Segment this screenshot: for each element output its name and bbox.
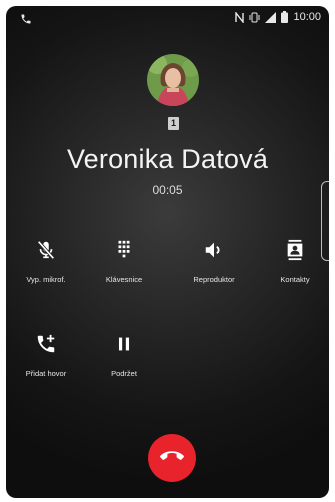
sim-slot-badge: 1: [168, 117, 179, 130]
battery-icon: [281, 11, 289, 23]
add-call-button[interactable]: Přidat hovor: [8, 333, 84, 378]
keypad-label: Klávesnice: [105, 275, 143, 284]
mic-off-icon: [35, 239, 57, 261]
vibrate-icon: [249, 12, 260, 23]
end-call-button[interactable]: [148, 434, 196, 482]
signal-icon: [265, 11, 277, 23]
contacts-button[interactable]: Kontakty: [257, 239, 329, 284]
pause-icon: [113, 333, 135, 355]
speaker-button[interactable]: Reproduktor: [176, 239, 252, 284]
dialpad-icon: [113, 239, 135, 261]
keypad-button[interactable]: Klávesnice: [86, 239, 162, 284]
contacts-icon: [284, 239, 306, 261]
mute-button[interactable]: Vyp. mikrof.: [8, 239, 84, 284]
status-time: 10:00: [293, 11, 321, 23]
add-call-label: Přidat hovor: [25, 369, 67, 378]
nfc-icon: [235, 11, 245, 23]
mute-label: Vyp. mikrof.: [26, 275, 66, 284]
speaker-label: Reproduktor: [193, 275, 235, 284]
contacts-label: Kontakty: [280, 275, 310, 284]
call-duration: 00:05: [152, 183, 183, 197]
phone-call-icon: [20, 12, 32, 24]
add-call-icon: [35, 333, 57, 355]
hold-label: Podržet: [111, 369, 137, 378]
end-call-icon: [160, 444, 184, 473]
caller-name: Veronika Datová: [66, 144, 269, 174]
status-bar: 10:00: [6, 6, 329, 32]
hold-button[interactable]: Podržet: [86, 333, 162, 378]
caller-avatar: [147, 54, 199, 106]
speaker-icon: [203, 239, 225, 261]
in-call-screen: 10:00 1 Veronika Datová 00:05 Vyp. mikro…: [6, 6, 329, 498]
status-icons: 10:00: [235, 11, 321, 23]
